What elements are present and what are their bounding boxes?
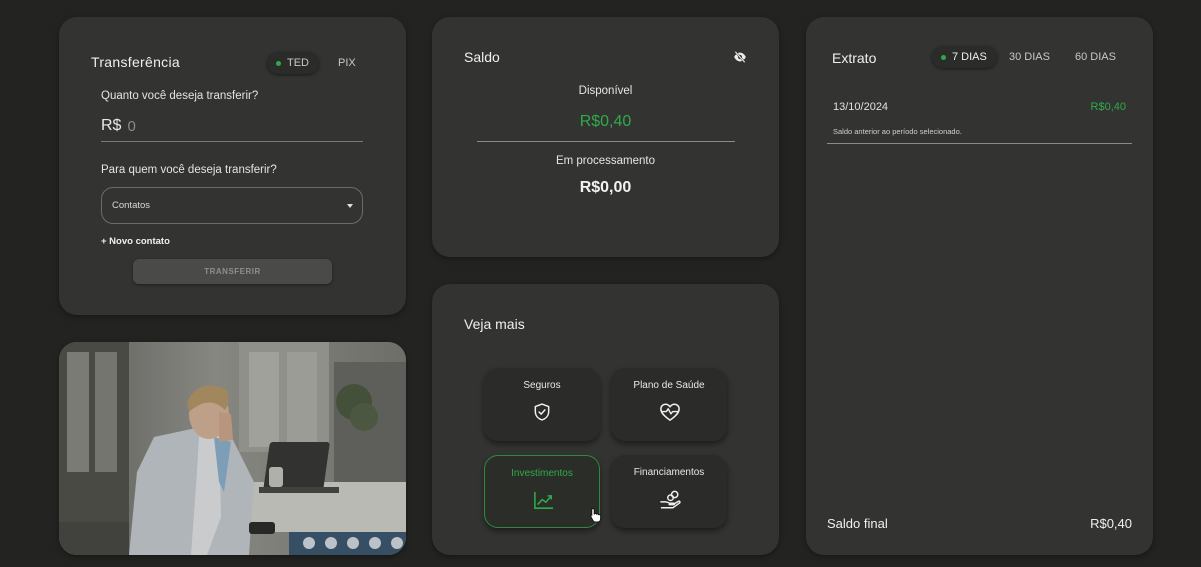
available-label: Disponível — [578, 85, 633, 97]
see-more-title: Veja mais — [464, 316, 525, 332]
hand-pointer-cursor-icon — [590, 508, 602, 523]
tile-investimentos-label: Investimentos — [511, 468, 573, 479]
statement-title: Extrato — [832, 50, 877, 66]
active-dot-icon — [941, 54, 946, 60]
statement-divider — [827, 143, 1132, 144]
tile-seguros[interactable]: Seguros — [484, 368, 600, 441]
caret-down-icon — [347, 204, 353, 208]
see-more-card: Veja mais Seguros Plano de Saúde Investi… — [432, 284, 779, 555]
recipient-question: Para quem você deseja transferir? — [101, 164, 277, 176]
processing-label: Em processamento — [555, 155, 656, 167]
tab-ted[interactable]: TED — [267, 52, 319, 74]
transfer-title: Transferência — [91, 54, 180, 70]
statement-card: Extrato 7 DIAS 30 DIAS 60 DIAS 13/10/202… — [806, 17, 1153, 555]
tile-investimentos[interactable]: Investimentos — [484, 455, 600, 528]
tab-30-dias-label: 30 DIAS — [1009, 51, 1050, 63]
tile-financiamentos-label: Financiamentos — [633, 467, 705, 478]
tab-pix-label: PIX — [338, 57, 356, 69]
statement-entry-description: Saldo anterior ao período selecionado. — [833, 127, 962, 136]
processing-value: R$0,00 — [579, 179, 632, 196]
amount-input[interactable] — [127, 117, 328, 135]
tab-30-dias[interactable]: 30 DIAS — [1009, 46, 1050, 68]
tab-7-dias[interactable]: 7 DIAS — [932, 46, 997, 68]
recipient-select-value: Contatos — [112, 200, 151, 211]
tab-60-dias[interactable]: 60 DIAS — [1075, 46, 1116, 68]
final-balance-label: Saldo final — [827, 516, 888, 531]
active-dot-icon — [276, 60, 281, 66]
office-man-photo-image — [59, 342, 406, 555]
trending-up-icon — [534, 491, 554, 509]
amount-question: Quanto você deseja transferir? — [101, 90, 259, 102]
final-balance-value: R$0,40 — [1090, 516, 1132, 531]
tile-plano-saude-label: Plano de Saúde — [633, 380, 705, 391]
available-value: R$0,40 — [579, 113, 632, 130]
statement-entry-amount: R$0,40 — [1090, 101, 1126, 113]
eye-off-icon[interactable] — [733, 50, 747, 64]
tile-plano-saude[interactable]: Plano de Saúde — [611, 368, 727, 441]
transfer-card: Transferência TED PIX Quanto você deseja… — [59, 17, 406, 315]
shield-check-icon — [534, 403, 550, 421]
new-contact-link[interactable]: + Novo contato — [101, 236, 170, 247]
currency-label: R$ — [101, 117, 122, 134]
hand-coins-icon — [660, 490, 681, 509]
tab-60-dias-label: 60 DIAS — [1075, 51, 1116, 63]
tile-seguros-label: Seguros — [523, 380, 561, 391]
amount-field: R$ — [101, 117, 363, 142]
promo-photo — [59, 342, 406, 555]
balance-divider — [477, 141, 735, 142]
tile-financiamentos[interactable]: Financiamentos — [611, 455, 727, 528]
statement-entry-date: 13/10/2024 — [833, 101, 889, 113]
heart-pulse-icon — [660, 403, 680, 421]
transfer-button[interactable]: TRANSFERIR — [133, 259, 332, 284]
tab-7-dias-label: 7 DIAS — [952, 51, 987, 63]
recipient-select[interactable]: Contatos — [101, 187, 363, 224]
tab-ted-label: TED — [287, 57, 309, 69]
tab-pix[interactable]: PIX — [338, 52, 356, 74]
balance-card: Saldo Disponível R$0,40 Em processamento… — [432, 17, 779, 257]
balance-title: Saldo — [464, 49, 500, 65]
